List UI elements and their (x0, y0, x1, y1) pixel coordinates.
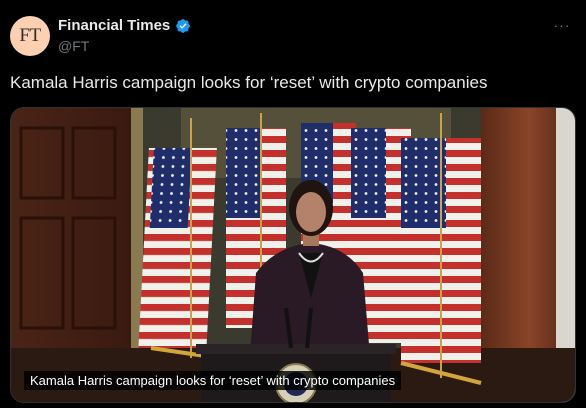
video-caption: Kamala Harris campaign looks for ‘reset’… (24, 371, 402, 390)
avatar-logo-text: FT (19, 25, 41, 46)
author-display-name[interactable]: Financial Times (58, 17, 170, 34)
tweet-card: FT Financial Times @FT ··· Kamala Harris… (0, 0, 586, 408)
author-handle[interactable]: @FT (58, 38, 89, 54)
press-conference-image (11, 108, 575, 402)
verified-badge-icon (175, 18, 191, 34)
avatar[interactable]: FT (10, 16, 50, 56)
tweet-media-video[interactable]: Kamala Harris campaign looks for ‘reset’… (10, 107, 576, 403)
author-name-row: Financial Times (58, 17, 191, 34)
more-options-icon[interactable]: ··· (552, 15, 572, 35)
tweet-text: Kamala Harris campaign looks for ‘reset’… (10, 73, 488, 92)
